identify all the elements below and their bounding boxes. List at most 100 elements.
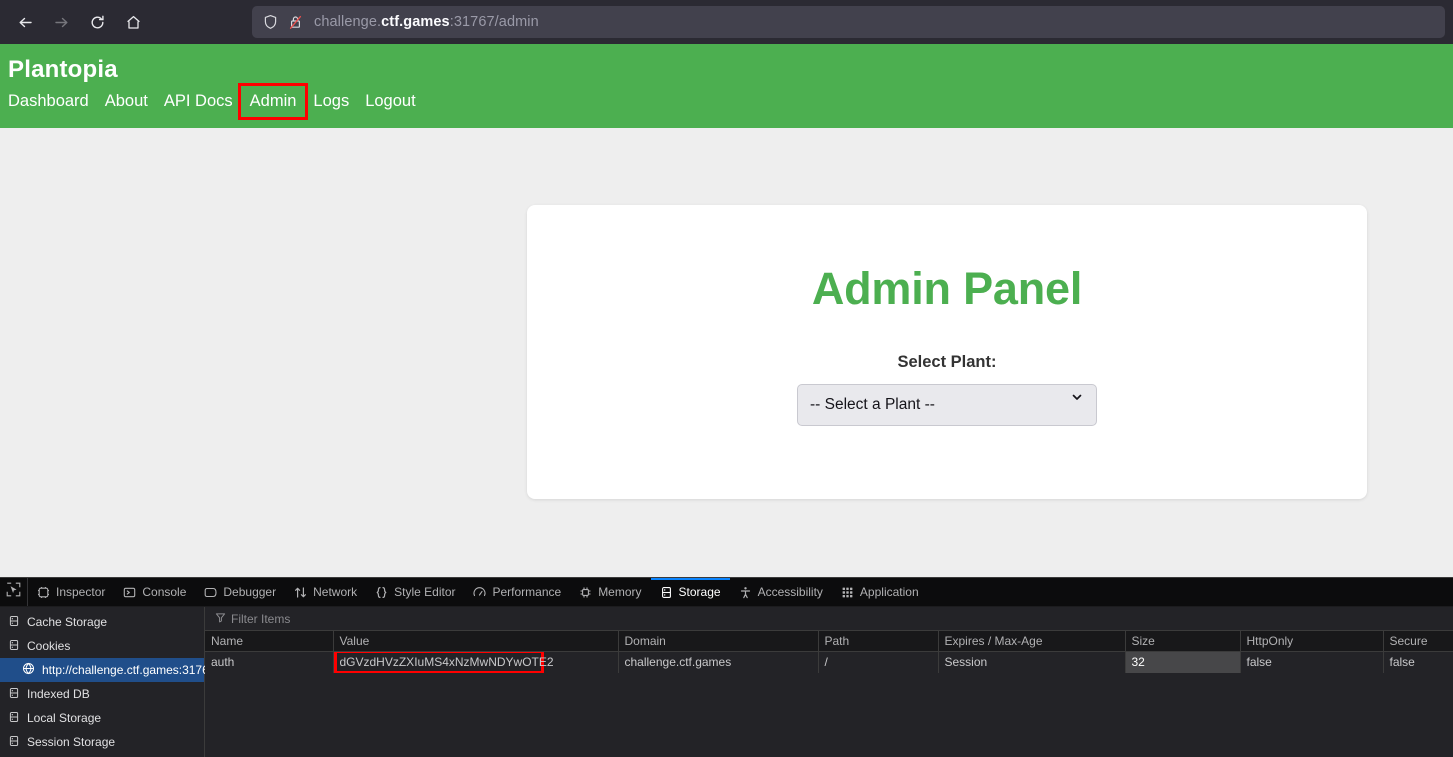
- storage-tree-item-origin[interactable]: http://challenge.ctf.games:31767: [0, 658, 215, 682]
- admin-panel-card: Admin Panel Select Plant: -- Select a Pl…: [527, 205, 1367, 499]
- devtools-toolbar: Inspector Console Debugger Network Style…: [0, 578, 1453, 607]
- storage-tree-item-session-storage[interactable]: Session Storage: [0, 730, 204, 754]
- nav-item-api-docs[interactable]: API Docs: [156, 87, 241, 116]
- column-header-expires[interactable]: Expires / Max-Age: [938, 631, 1126, 652]
- table-row[interactable]: auth dGVzdHVzZXIuMS4xNzMwNDYwOTE2 challe…: [205, 651, 1453, 673]
- console-icon: [123, 586, 136, 599]
- globe-icon: [22, 662, 35, 678]
- site-nav-links: Dashboard About API Docs Admin Logs Logo…: [0, 82, 1453, 121]
- plant-select[interactable]: -- Select a Plant --: [797, 384, 1097, 426]
- style-editor-icon: [375, 586, 388, 599]
- tab-label: Storage: [678, 585, 721, 599]
- filter-bar[interactable]: Filter Items: [205, 607, 1453, 631]
- tab-memory[interactable]: Memory: [570, 578, 650, 606]
- storage-tree: Cache Storage Cookies http://challenge.c…: [0, 607, 215, 757]
- nav-item-about[interactable]: About: [97, 87, 156, 116]
- storage-icon: [8, 735, 20, 750]
- forward-button[interactable]: [44, 6, 78, 38]
- storage-tree-item-label: Cache Storage: [27, 615, 108, 629]
- storage-icon: [8, 615, 20, 630]
- url-host: ctf.games: [381, 14, 450, 30]
- storage-icon: [660, 586, 673, 599]
- storage-tree-item-cache-storage[interactable]: Cache Storage: [0, 610, 204, 634]
- storage-icon: [8, 687, 20, 702]
- column-header-path[interactable]: Path: [818, 631, 939, 652]
- devtools-panel: Inspector Console Debugger Network Style…: [0, 577, 1453, 757]
- storage-main-panel: Filter Items Name Value Domain Path Expi…: [205, 607, 1453, 757]
- back-button[interactable]: [8, 6, 42, 38]
- storage-tree-item-label: Cookies: [27, 639, 71, 653]
- page-title: Admin Panel: [811, 263, 1083, 314]
- tab-label: Console: [142, 585, 187, 599]
- tab-label: Style Editor: [394, 585, 456, 599]
- tab-console[interactable]: Console: [114, 578, 195, 606]
- tab-label: Performance: [492, 585, 562, 599]
- tab-storage[interactable]: Storage: [650, 578, 730, 606]
- reload-button[interactable]: [80, 6, 114, 38]
- site-navbar: Plantopia Dashboard About API Docs Admin…: [0, 44, 1453, 128]
- tab-label: Accessibility: [757, 585, 823, 599]
- storage-tree-item-local-storage[interactable]: Local Storage: [0, 706, 204, 730]
- home-button[interactable]: [116, 6, 150, 38]
- performance-icon: [473, 586, 487, 599]
- element-picker-icon: [6, 582, 21, 602]
- shield-icon[interactable]: [262, 14, 279, 31]
- browser-nav-buttons: [8, 6, 150, 38]
- cell-secure[interactable]: false: [1383, 651, 1453, 673]
- home-icon: [125, 14, 142, 31]
- lock-crossed-icon[interactable]: [287, 14, 304, 31]
- cell-domain[interactable]: challenge.ctf.games: [618, 651, 819, 673]
- arrow-left-icon: [17, 14, 34, 31]
- browser-chrome: challenge.ctf.games:31767/admin: [0, 0, 1453, 44]
- page-viewport: Plantopia Dashboard About API Docs Admin…: [0, 44, 1453, 577]
- column-header-secure[interactable]: Secure: [1383, 631, 1453, 652]
- column-header-value[interactable]: Value: [333, 631, 619, 652]
- tab-label: Memory: [598, 585, 642, 599]
- storage-icon: [8, 639, 20, 654]
- reload-icon: [89, 14, 106, 31]
- select-plant-label: Select Plant:: [897, 353, 997, 371]
- tab-network[interactable]: Network: [285, 578, 366, 606]
- tab-style-editor[interactable]: Style Editor: [366, 578, 464, 606]
- cookie-table: Name Value Domain Path Expires / Max-Age…: [205, 631, 1453, 673]
- nav-item-logs[interactable]: Logs: [305, 87, 357, 116]
- column-header-size[interactable]: Size: [1125, 631, 1241, 652]
- nav-item-admin[interactable]: Admin: [237, 82, 309, 121]
- url-text[interactable]: challenge.ctf.games:31767/admin: [314, 14, 539, 30]
- cell-size[interactable]: 32: [1125, 651, 1241, 673]
- application-icon: [841, 586, 854, 599]
- storage-tree-item-label: Indexed DB: [27, 687, 90, 701]
- storage-tree-item-label: Session Storage: [27, 735, 116, 749]
- nav-item-dashboard[interactable]: Dashboard: [8, 87, 97, 116]
- tab-label: Network: [313, 585, 358, 599]
- network-icon: [294, 586, 307, 599]
- url-prefix: challenge.: [314, 14, 382, 30]
- column-header-domain[interactable]: Domain: [618, 631, 819, 652]
- column-header-name[interactable]: Name: [205, 631, 334, 652]
- tab-label: Application: [859, 585, 919, 599]
- url-suffix: :31767/admin: [449, 14, 539, 30]
- site-brand: Plantopia: [8, 56, 118, 83]
- tab-performance[interactable]: Performance: [464, 578, 570, 606]
- column-header-httponly[interactable]: HttpOnly: [1240, 631, 1384, 652]
- debugger-icon: [204, 586, 217, 599]
- accessibility-icon: [739, 586, 752, 599]
- tab-inspector[interactable]: Inspector: [28, 578, 114, 606]
- cell-name[interactable]: auth: [205, 651, 334, 673]
- cell-value-text: dGVzdHVzZXIuMS4xNzMwNDYwOTE2: [339, 655, 554, 670]
- tab-application[interactable]: Application: [832, 578, 928, 606]
- cell-value[interactable]: dGVzdHVzZXIuMS4xNzMwNDYwOTE2: [333, 651, 619, 673]
- storage-tree-item-indexed-db[interactable]: Indexed DB: [0, 682, 204, 706]
- storage-tree-item-label: Local Storage: [27, 711, 102, 725]
- cell-httponly[interactable]: false: [1240, 651, 1384, 673]
- url-bar[interactable]: challenge.ctf.games:31767/admin: [252, 6, 1445, 38]
- nav-item-logout[interactable]: Logout: [357, 87, 423, 116]
- tab-debugger[interactable]: Debugger: [195, 578, 285, 606]
- cell-expires[interactable]: Session: [938, 651, 1126, 673]
- filter-input[interactable]: Filter Items: [231, 612, 290, 626]
- storage-tree-item-cookies[interactable]: Cookies: [0, 634, 204, 658]
- cell-path[interactable]: /: [818, 651, 939, 673]
- inspector-icon: [37, 586, 50, 599]
- tab-accessibility[interactable]: Accessibility: [730, 578, 832, 606]
- element-picker-button[interactable]: [0, 578, 28, 606]
